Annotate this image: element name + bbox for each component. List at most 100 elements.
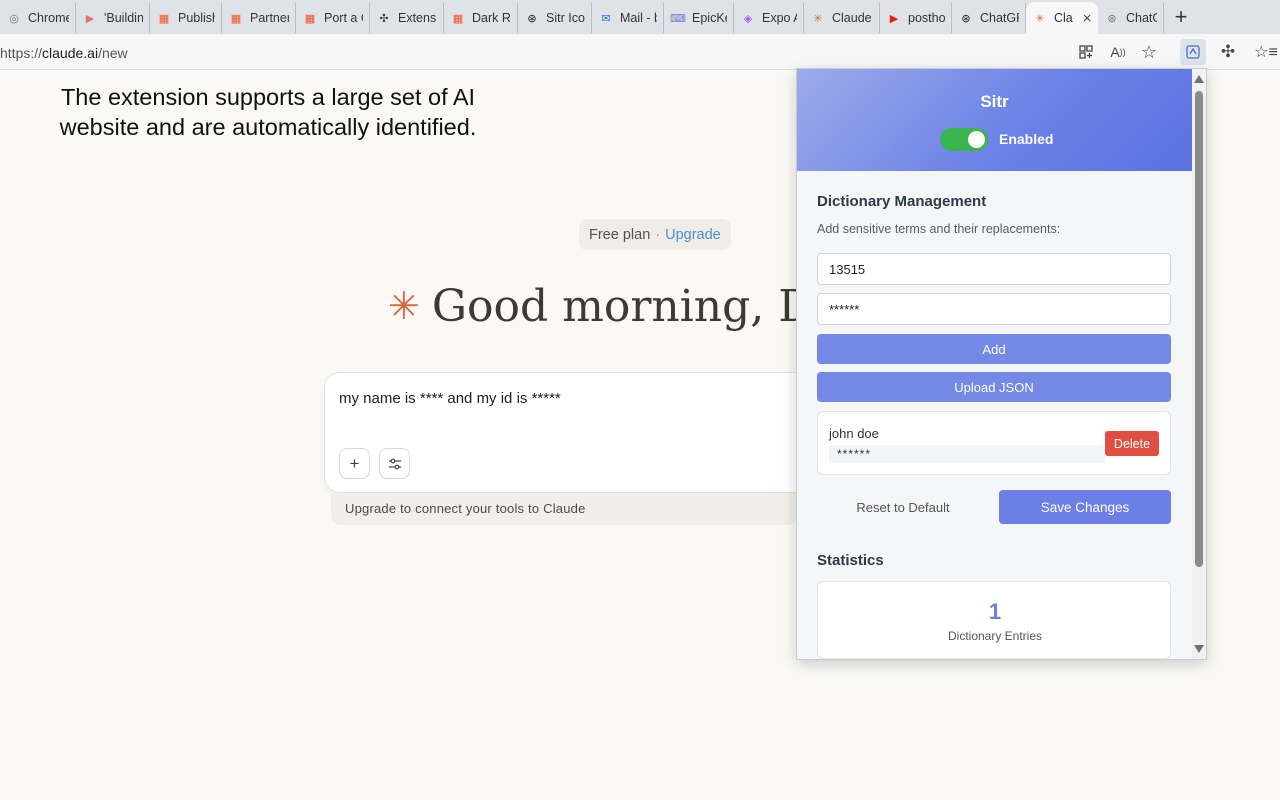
youtube-icon: ▶ — [85, 12, 95, 25]
browser-tab[interactable]: ⊛ ChatGP — [1098, 3, 1164, 33]
outlook-icon: ✉ — [601, 12, 611, 25]
popup-title: Sitr — [980, 92, 1009, 111]
url-path: /new — [98, 45, 128, 61]
tools-settings-button[interactable] — [379, 448, 410, 479]
greeting-heading: ✳ Good morning, Dir — [388, 280, 800, 332]
browser-tab[interactable]: ⊛ Sitr Icon — [518, 3, 592, 33]
sitr-extension-icon[interactable] — [1180, 39, 1206, 65]
composer-input[interactable]: my name is **** and my id is ***** — [339, 390, 561, 407]
claude-icon: ✳ — [1035, 12, 1045, 25]
extensions-puzzle-icon[interactable]: ✣ — [1216, 41, 1240, 63]
dictionary-entries-label: Dictionary Entries — [947, 629, 1043, 643]
plan-separator: · — [655, 226, 661, 243]
scroll-down-arrow-icon[interactable] — [1194, 645, 1204, 653]
browser-tab[interactable]: ✳ Cla × — [1026, 2, 1098, 34]
greeting-text: Good morning, Dir — [431, 280, 800, 332]
browser-tab[interactable]: ▦ Partner — [222, 3, 296, 33]
tab-title: Sitr Icon — [546, 11, 585, 25]
browser-tab[interactable]: ⊛ ChatGP — [952, 3, 1026, 33]
browser-tab[interactable]: ▦ Port a C — [296, 3, 370, 33]
upgrade-link[interactable]: Upgrade — [665, 227, 721, 243]
toggle-knob — [968, 131, 985, 148]
app-available-icon[interactable] — [1074, 41, 1098, 63]
popup-scrollbar[interactable] — [1192, 69, 1206, 659]
microsoft-icon: ▦ — [304, 12, 316, 25]
caption-line-1: The extension supports a large set of AI — [60, 84, 476, 110]
enabled-toggle-label: Enabled — [999, 131, 1054, 147]
browser-tab[interactable]: ▦ Publish — [150, 3, 222, 33]
plan-label: Free plan — [589, 226, 651, 243]
statistics-card: 1 Dictionary Entries — [817, 581, 1171, 659]
term-input[interactable]: 13515 — [817, 253, 1171, 285]
tab-title: Claude — [832, 11, 872, 25]
close-tab-icon[interactable]: × — [1083, 10, 1092, 27]
microsoft-icon: ▦ — [452, 12, 464, 25]
claude-logo-icon: ✳ — [388, 285, 420, 328]
browser-tab[interactable]: ⌨ EpicKey — [664, 3, 734, 33]
connect-tools-text: Upgrade to connect your tools to Claude — [345, 501, 586, 516]
plus-icon: + — [349, 453, 360, 473]
sitr-extension-popup: Sitr Enabled Dictionary Management Add s… — [796, 68, 1207, 660]
address-bar: https://claude.ai/new A)) ☆ ✣ ☆≡ — [0, 34, 1280, 70]
browser-tab[interactable]: ◎ Chrome — [0, 3, 76, 33]
tab-title: ChatGP — [980, 11, 1019, 25]
enabled-toggle[interactable] — [940, 128, 988, 151]
dictionary-entries-count: 1 — [988, 599, 1002, 624]
microsoft-icon: ▦ — [158, 12, 170, 25]
tab-title: Cla — [1054, 11, 1073, 25]
entry-replacement[interactable]: ****** — [829, 445, 1105, 463]
url-host: claude.ai — [42, 45, 99, 61]
tab-title: Dark Re — [472, 11, 511, 25]
tab-title: postho — [908, 11, 945, 25]
delete-entry-button[interactable]: Delete — [1105, 431, 1159, 456]
caption-line-2: website and are automatically identified… — [59, 114, 477, 140]
browser-tab[interactable]: ▶ 'Building — [76, 3, 150, 33]
browser-tab[interactable]: ✉ Mail - b — [592, 3, 664, 33]
openai-icon: ⊛ — [1107, 12, 1117, 25]
read-aloud-icon[interactable]: A)) — [1106, 41, 1130, 63]
browser-tab[interactable]: ✳ Claude — [804, 3, 880, 33]
tab-title: EpicKey — [692, 11, 727, 25]
connect-tools-banner[interactable]: Upgrade to connect your tools to Claude — [331, 493, 797, 525]
url-scheme: https:// — [0, 45, 43, 61]
url-field[interactable]: https://claude.ai/new — [0, 45, 128, 61]
upload-json-button[interactable]: Upload JSON — [817, 372, 1171, 402]
tab-title: Port a C — [324, 11, 363, 25]
scroll-up-arrow-icon[interactable] — [1194, 75, 1204, 83]
tab-title: Chrome — [28, 11, 69, 25]
sliders-icon — [388, 458, 401, 469]
tab-title: Extensio — [398, 11, 437, 25]
add-button[interactable]: Add — [817, 334, 1171, 364]
statistics-section-title: Statistics — [817, 552, 884, 569]
tab-title: Partner — [250, 11, 289, 25]
add-attachment-button[interactable]: + — [339, 448, 370, 479]
claude-icon: ✳ — [813, 12, 823, 25]
browser-tab[interactable]: ✣ Extensio — [370, 3, 444, 33]
chat-composer[interactable]: my name is **** and my id is ***** + — [324, 372, 814, 493]
youtube-icon: ▶ — [889, 12, 899, 25]
tab-title: Publish — [178, 11, 215, 25]
chrome-icon: ◎ — [9, 12, 19, 25]
favorites-list-icon[interactable]: ☆≡ — [1254, 41, 1278, 63]
browser-tab[interactable]: ▦ Dark Re — [444, 3, 518, 33]
replacement-input[interactable]: ****** — [817, 293, 1171, 325]
browser-tab[interactable]: ▶ postho — [880, 3, 952, 33]
entry-term: john doe — [829, 426, 879, 441]
favorite-star-icon[interactable]: ☆ — [1137, 41, 1161, 63]
popup-header: Sitr Enabled — [797, 69, 1192, 171]
epickey-icon: ⌨ — [670, 12, 686, 25]
dictionary-entry: john doe ****** Delete — [817, 411, 1171, 475]
tab-title: Expo Ap — [762, 11, 797, 25]
new-tab-button[interactable]: + — [1164, 2, 1198, 32]
reset-to-default-button[interactable]: Reset to Default — [817, 490, 989, 524]
dictionary-description: Add sensitive terms and their replacemen… — [817, 222, 1061, 236]
figma-icon: ◈ — [743, 12, 753, 25]
openai-icon: ⊛ — [527, 12, 537, 25]
tab-title: Mail - b — [620, 11, 657, 25]
save-changes-button[interactable]: Save Changes — [999, 490, 1171, 524]
scrollbar-thumb[interactable] — [1195, 91, 1203, 567]
tab-title: 'Building — [104, 11, 143, 25]
tab-title: ChatGP — [1126, 11, 1157, 25]
browser-tab[interactable]: ◈ Expo Ap — [734, 3, 804, 33]
dictionary-section-title: Dictionary Management — [817, 193, 987, 210]
